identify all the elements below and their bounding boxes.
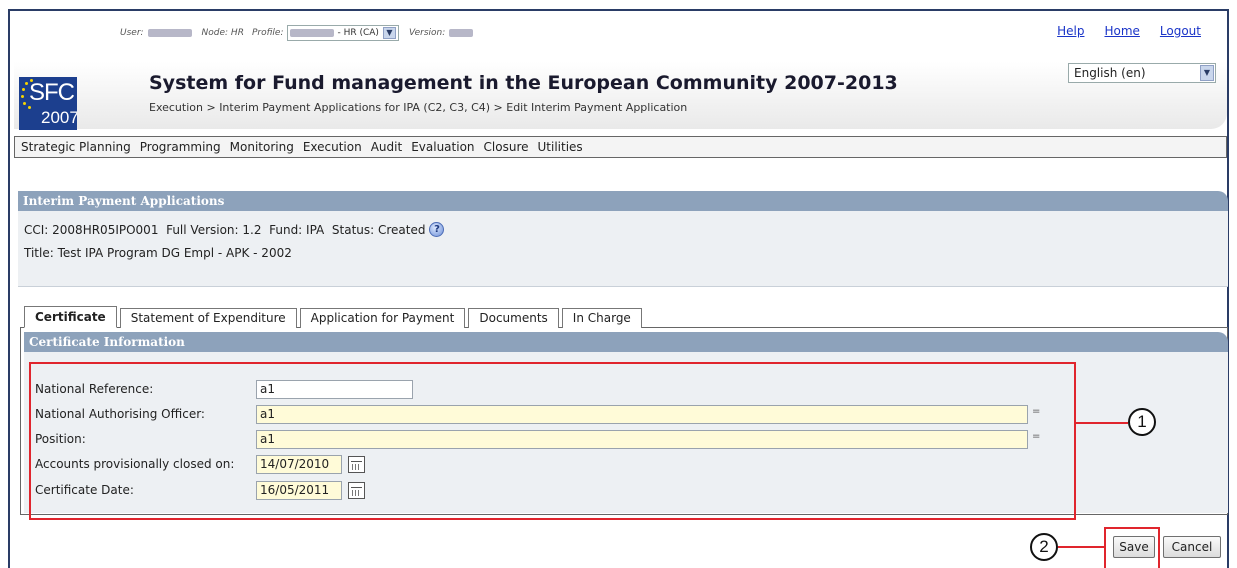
breadcrumb: Execution > Interim Payment Applications… xyxy=(149,101,688,114)
chevron-down-icon: ▼ xyxy=(382,27,396,39)
annotation-line-2 xyxy=(1058,546,1104,548)
home-link[interactable]: Home xyxy=(1104,24,1139,38)
panel-info-line1: CCI: 2008HR05IPO001 Full Version: 1.2 Fu… xyxy=(24,222,445,237)
profile-value: - HR (CA) xyxy=(337,28,379,38)
sfc-logo: SFC 2007 xyxy=(19,77,77,130)
menu-item-programming[interactable]: Programming xyxy=(140,140,221,154)
node-label: Node: HR xyxy=(201,28,244,38)
language-value: English (en) xyxy=(1074,66,1146,80)
profile-id-redacted xyxy=(290,29,335,37)
user-name-redacted xyxy=(147,29,192,37)
panel-info: CCI: 2008HR05IPO001 Full Version: 1.2 Fu… xyxy=(18,211,1228,287)
menu-item-execution[interactable]: Execution xyxy=(303,140,362,154)
tab-application-for-payment[interactable]: Application for Payment xyxy=(299,308,466,328)
tab-in-charge[interactable]: In Charge xyxy=(561,308,642,328)
menu-item-utilities[interactable]: Utilities xyxy=(538,140,583,154)
system-title: System for Fund management in the Europe… xyxy=(149,72,898,94)
menu-item-closure[interactable]: Closure xyxy=(484,140,529,154)
main-menu: Strategic Planning Programming Monitorin… xyxy=(14,136,1227,158)
logo-year: 2007 xyxy=(41,108,77,127)
language-select[interactable]: English (en) ▼ xyxy=(1068,63,1216,83)
annotation-callout-2: 2 xyxy=(1030,533,1058,561)
version-label: Version: xyxy=(408,28,446,38)
user-label: User: xyxy=(120,28,144,38)
logout-link[interactable]: Logout xyxy=(1160,24,1201,38)
annotation-box-form xyxy=(29,362,1076,520)
profile-select[interactable]: - HR (CA) ▼ xyxy=(287,25,399,41)
menu-item-monitoring[interactable]: Monitoring xyxy=(230,140,294,154)
help-link[interactable]: Help xyxy=(1057,24,1084,38)
tab-bar: Certificate Statement of Expenditure App… xyxy=(24,306,645,328)
top-links: Help Home Logout xyxy=(1057,24,1201,38)
annotation-callout-1: 1 xyxy=(1128,408,1156,436)
annotation-box-save xyxy=(1104,527,1160,568)
menu-item-audit[interactable]: Audit xyxy=(371,140,402,154)
program-title: Title: Test IPA Program DG Empl - APK - … xyxy=(24,246,292,260)
cancel-button[interactable]: Cancel xyxy=(1163,536,1221,558)
annotation-line-1 xyxy=(1076,422,1128,424)
profile-label: Profile: xyxy=(251,28,284,38)
certificate-section-title: Certificate Information xyxy=(24,332,1228,352)
user-info-bar: User: Node: HR Profile: - HR (CA) ▼ Vers… xyxy=(120,24,474,42)
tab-documents[interactable]: Documents xyxy=(468,308,559,328)
tab-certificate[interactable]: Certificate xyxy=(24,306,117,328)
menu-item-strategic-planning[interactable]: Strategic Planning xyxy=(21,140,131,154)
chevron-down-icon: ▼ xyxy=(1200,65,1214,81)
version-value-redacted xyxy=(449,29,474,37)
logo-text: SFC xyxy=(29,79,75,106)
panel-title: Interim Payment Applications xyxy=(18,191,1228,211)
tab-statement-of-expenditure[interactable]: Statement of Expenditure xyxy=(119,308,297,328)
cci-summary: CCI: 2008HR05IPO001 Full Version: 1.2 Fu… xyxy=(24,222,426,237)
help-icon[interactable]: ? xyxy=(429,222,445,237)
menu-item-evaluation[interactable]: Evaluation xyxy=(411,140,474,154)
